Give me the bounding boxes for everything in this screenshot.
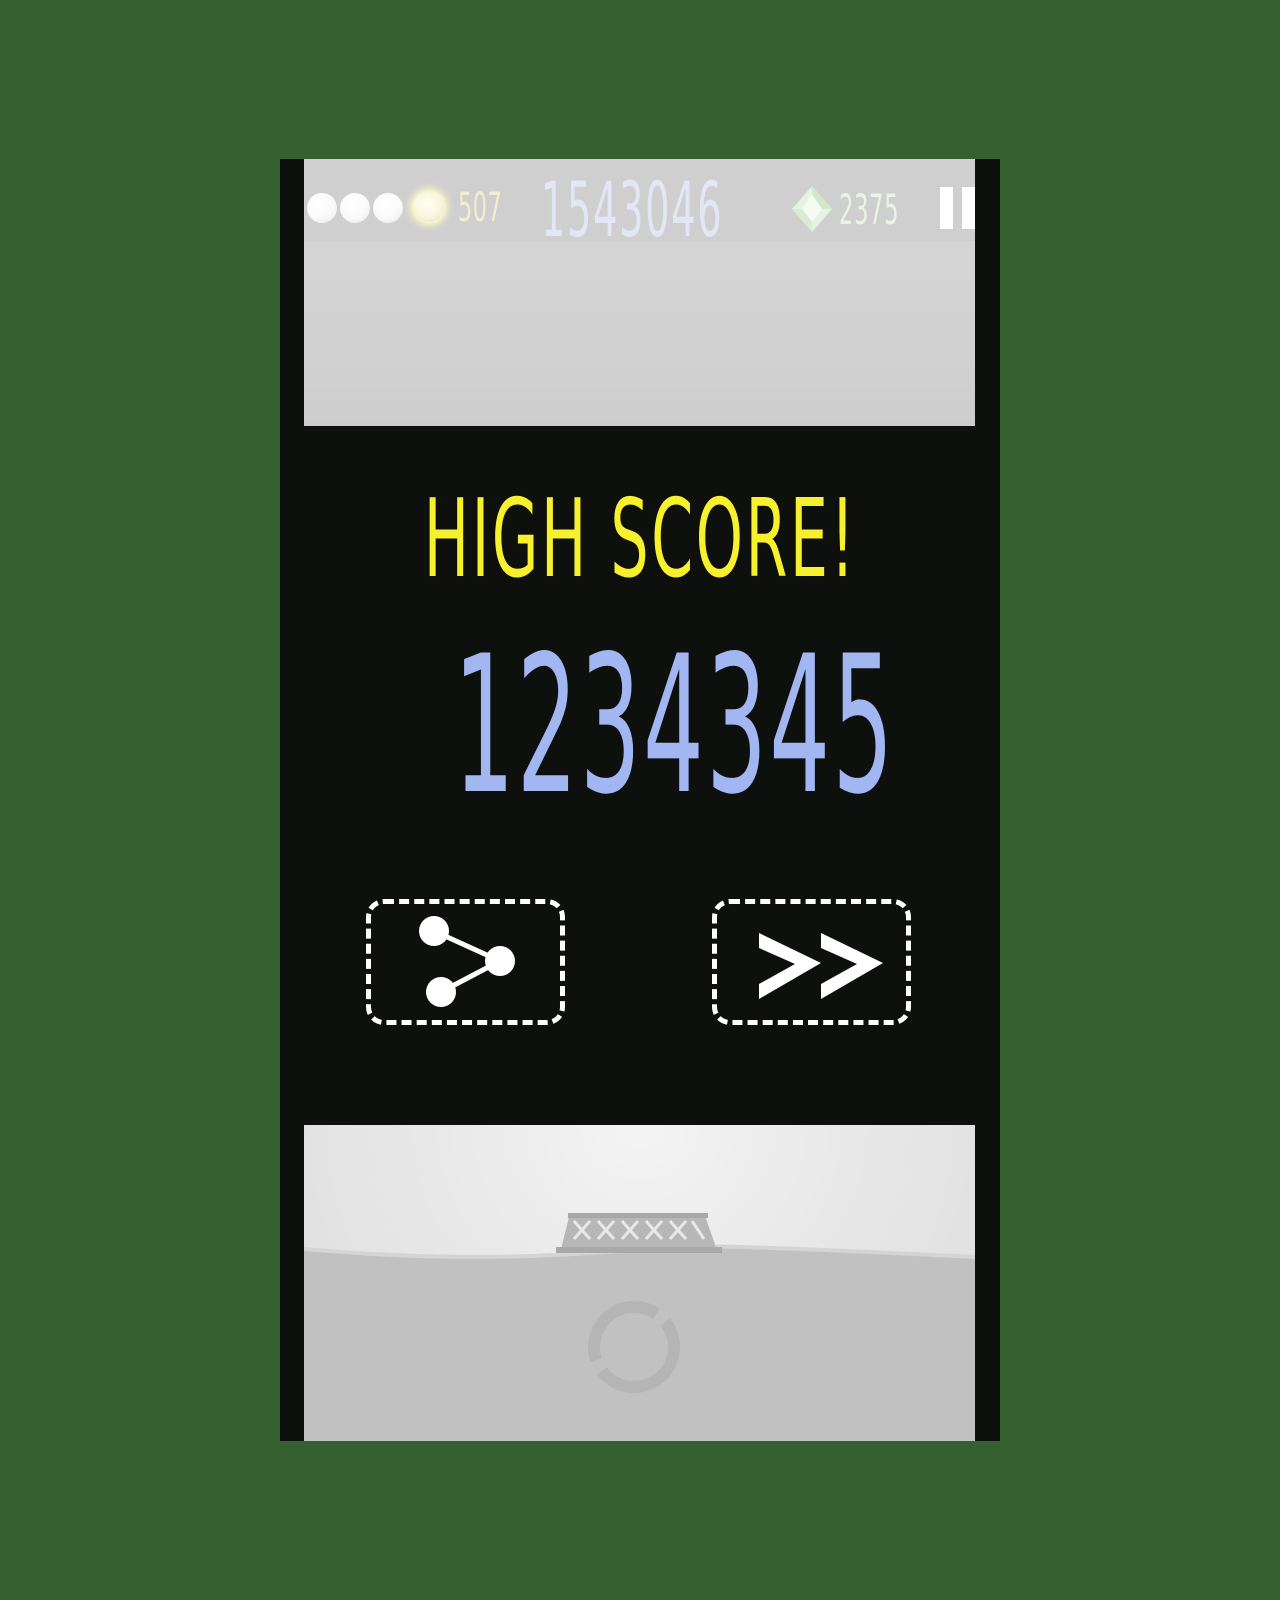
pause-button[interactable] [940,187,976,229]
share-button[interactable] [366,899,565,1025]
game-area-bottom [304,1125,975,1441]
gem-count: 2375 [839,185,900,234]
high-score-value: 1234345 [453,615,896,836]
high-score-title: HIGH SCORE! [423,477,857,602]
life-orb-icon [373,193,403,223]
current-score: 1543046 [541,165,724,254]
fast-forward-icon [759,933,883,999]
game-screen: 507 1543046 2375 HIGH SCORE! 1234345 [280,159,1000,1441]
gem-icon [792,186,832,232]
hud-bar: 507 1543046 2375 [304,159,976,254]
continue-button[interactable] [712,899,911,1025]
game-terrain [304,1213,975,1441]
coin-icon [412,190,446,224]
game-area-top: 507 1543046 2375 [304,159,975,426]
coin-count: 507 [458,185,503,231]
pause-icon [940,187,953,229]
bridge-icon [556,1213,722,1253]
share-icon [419,916,515,1007]
life-orb-icon [340,193,370,223]
life-orb-icon [307,193,337,223]
